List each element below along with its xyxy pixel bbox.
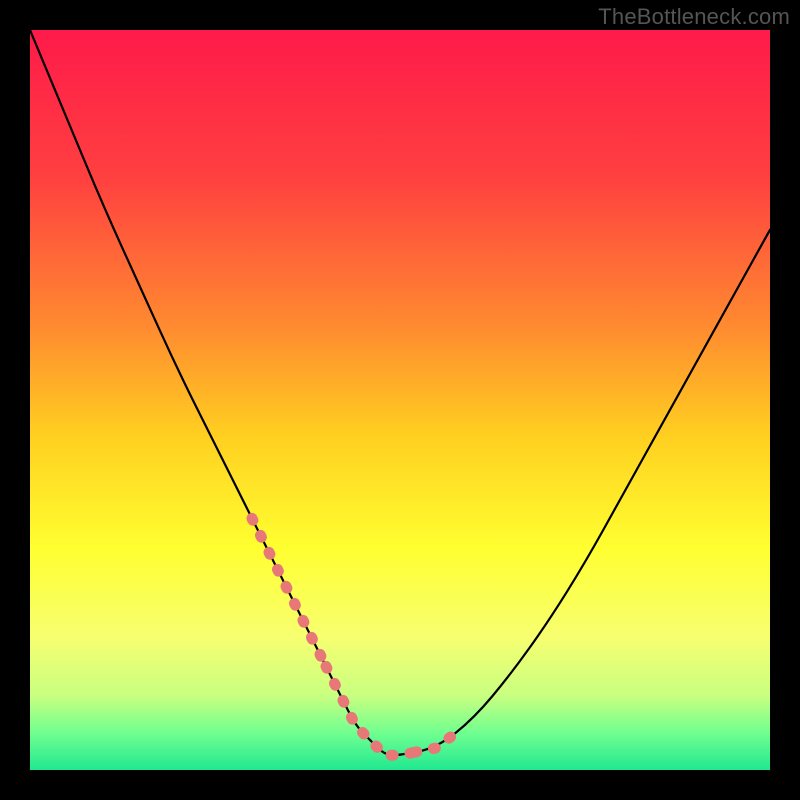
plot-area <box>30 30 770 770</box>
gradient-background <box>30 30 770 770</box>
chart-frame: TheBottleneck.com <box>0 0 800 800</box>
watermark-text: TheBottleneck.com <box>598 4 790 30</box>
plot-svg <box>30 30 770 770</box>
